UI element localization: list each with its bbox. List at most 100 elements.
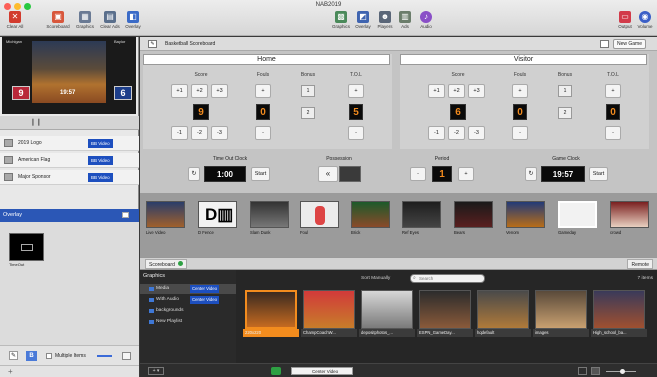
playlist-item[interactable]: American Flag BB Video xyxy=(0,153,139,168)
edit-scoreboard-icon[interactable]: ✎ xyxy=(148,40,157,48)
clear-ads-label: Clear Ads xyxy=(100,24,120,29)
strip-thumb[interactable]: D▥ xyxy=(198,201,237,228)
visitor-plus-3-button[interactable]: +3 xyxy=(468,84,485,98)
strip-thumb[interactable] xyxy=(146,201,185,228)
overlay-thumb-label: TimeOut xyxy=(9,262,25,267)
visitor-minus-3-button[interactable]: -3 xyxy=(468,126,485,140)
new-game-button[interactable]: New Game xyxy=(613,39,647,49)
media-footer: + ▾ Center Video xyxy=(140,363,657,377)
media-thumb[interactable] xyxy=(593,290,645,329)
visitor-plus-1-button[interactable]: +1 xyxy=(428,84,445,98)
list-view-icon[interactable] xyxy=(591,367,600,375)
sort-menu[interactable]: Sort Manually xyxy=(361,276,390,281)
remote-button[interactable]: Remote xyxy=(627,259,653,269)
playlist-item-tag: BB Video xyxy=(88,156,113,165)
visitor-plus-2-button[interactable]: +2 xyxy=(448,84,465,98)
game-clock-start-button[interactable]: Start xyxy=(589,167,608,181)
visitor-team-name[interactable]: Visitor xyxy=(400,54,647,65)
period-minus-button[interactable]: - xyxy=(410,167,426,181)
green-indicator-icon[interactable] xyxy=(271,367,281,375)
add-media-icon[interactable]: + ▾ xyxy=(148,367,164,375)
overlay-window-icon[interactable] xyxy=(122,212,129,218)
visitor-fouls-plus-button[interactable]: + xyxy=(512,84,528,98)
playlist-item[interactable]: 2019 Logo BB Video xyxy=(0,136,139,151)
visitor-fouls-minus-button[interactable]: - xyxy=(512,126,528,140)
edit-icon[interactable]: ✎ xyxy=(9,351,18,360)
home-plus-1-button[interactable]: +1 xyxy=(171,84,188,98)
possession-right-indicator[interactable] xyxy=(339,166,361,182)
home-bonus-2-toggle[interactable]: 2 xyxy=(301,107,315,119)
possession-left-button[interactable]: « xyxy=(318,166,338,182)
home-minus-3-button[interactable]: -3 xyxy=(211,126,228,140)
scoreboard-tab[interactable]: Scoreboard xyxy=(145,259,188,269)
strip-thumb[interactable] xyxy=(454,201,493,228)
media-playlist-backgrounds[interactable]: backgrounds xyxy=(140,306,236,316)
media-playlist-media[interactable]: Media Center Video xyxy=(140,284,236,294)
strip-thumb[interactable] xyxy=(506,201,545,228)
home-tol-plus-button[interactable]: + xyxy=(348,84,364,98)
strip-thumb[interactable] xyxy=(300,201,339,228)
multiple-items-checkbox[interactable] xyxy=(46,353,52,359)
visitor-bonus-1-toggle[interactable]: 1 xyxy=(558,85,572,97)
media-thumb[interactable] xyxy=(535,290,587,329)
home-tol-minus-button[interactable]: - xyxy=(348,126,364,140)
audio-button[interactable]: ♪ Audio xyxy=(411,11,441,29)
add-icon[interactable]: + xyxy=(8,367,13,376)
visitor-tol-label: T.O.L xyxy=(607,72,619,78)
visitor-fouls-label: Fouls xyxy=(513,72,527,78)
overlay-thumb[interactable] xyxy=(9,233,44,261)
playlist-item[interactable]: Major Sponsor BB Video xyxy=(0,170,139,185)
game-clock-reset-icon[interactable]: ↻ xyxy=(525,167,537,181)
strip-thumb[interactable] xyxy=(351,201,390,228)
media-thumb-selected[interactable] xyxy=(245,290,297,329)
home-score-display: 9 xyxy=(193,104,209,120)
visitor-score-display: 6 xyxy=(450,104,466,120)
pause-icon[interactable]: ❙❙ xyxy=(30,119,42,126)
folder-icon xyxy=(149,320,154,324)
strip-thumb[interactable] xyxy=(250,201,289,228)
home-bonus-1-toggle[interactable]: 1 xyxy=(301,85,315,97)
media-thumb[interactable] xyxy=(477,290,529,329)
timeout-start-button[interactable]: Start xyxy=(251,167,270,181)
visitor-minus-1-button[interactable]: -1 xyxy=(428,126,445,140)
media-thumb-label: hqdefault xyxy=(475,329,531,337)
media-thumb[interactable] xyxy=(361,290,413,329)
search-icon: ⌕ xyxy=(413,275,416,281)
timeout-reset-icon[interactable]: ↻ xyxy=(188,167,200,181)
text-b-icon[interactable]: B xyxy=(26,351,37,361)
home-fouls-plus-button[interactable]: + xyxy=(255,84,271,98)
media-thumb-label: 220x220 xyxy=(243,329,299,337)
home-plus-2-button[interactable]: +2 xyxy=(191,84,208,98)
thumb-size-slider-knob[interactable] xyxy=(620,369,625,374)
visitor-tol-plus-button[interactable]: + xyxy=(605,84,621,98)
scoreboard-button[interactable]: ▣ Scoreboard xyxy=(43,11,73,29)
clear-all-button[interactable]: ✕ Clear All xyxy=(0,11,30,29)
size-slider[interactable] xyxy=(97,355,112,357)
home-minus-1-button[interactable]: -1 xyxy=(171,126,188,140)
home-fouls-minus-button[interactable]: - xyxy=(255,126,271,140)
volume-button[interactable]: ◉ Volume xyxy=(630,11,657,29)
home-team-name[interactable]: Home xyxy=(143,54,390,65)
left-footer: ✎ B Multiple Items xyxy=(0,345,139,365)
output-select[interactable]: Center Video xyxy=(291,367,353,375)
game-clock-label: Game Clock xyxy=(552,156,580,162)
media-playlist-with-audio[interactable]: With Audio Center Video xyxy=(140,295,236,305)
grid-view-icon[interactable] xyxy=(578,367,587,375)
search-input[interactable] xyxy=(410,274,485,283)
strip-thumb-selected[interactable] xyxy=(558,201,597,228)
media-thumb[interactable] xyxy=(419,290,471,329)
media-thumb[interactable] xyxy=(303,290,355,329)
copy-icon[interactable] xyxy=(600,40,609,48)
visitor-bonus-2-toggle[interactable]: 2 xyxy=(558,107,572,119)
strip-thumb[interactable] xyxy=(402,201,441,228)
image-icon[interactable] xyxy=(122,352,131,360)
visitor-minus-2-button[interactable]: -2 xyxy=(448,126,465,140)
home-minus-2-button[interactable]: -2 xyxy=(191,126,208,140)
overlay-clear-button[interactable]: ◧ Overlay xyxy=(118,11,148,29)
media-thumb-label: High_school_ba... xyxy=(591,329,647,337)
visitor-tol-minus-button[interactable]: - xyxy=(605,126,621,140)
strip-thumb[interactable] xyxy=(610,201,649,228)
period-plus-button[interactable]: + xyxy=(458,167,474,181)
media-playlist-new[interactable]: New Playlist xyxy=(140,317,236,327)
home-plus-3-button[interactable]: +3 xyxy=(211,84,228,98)
